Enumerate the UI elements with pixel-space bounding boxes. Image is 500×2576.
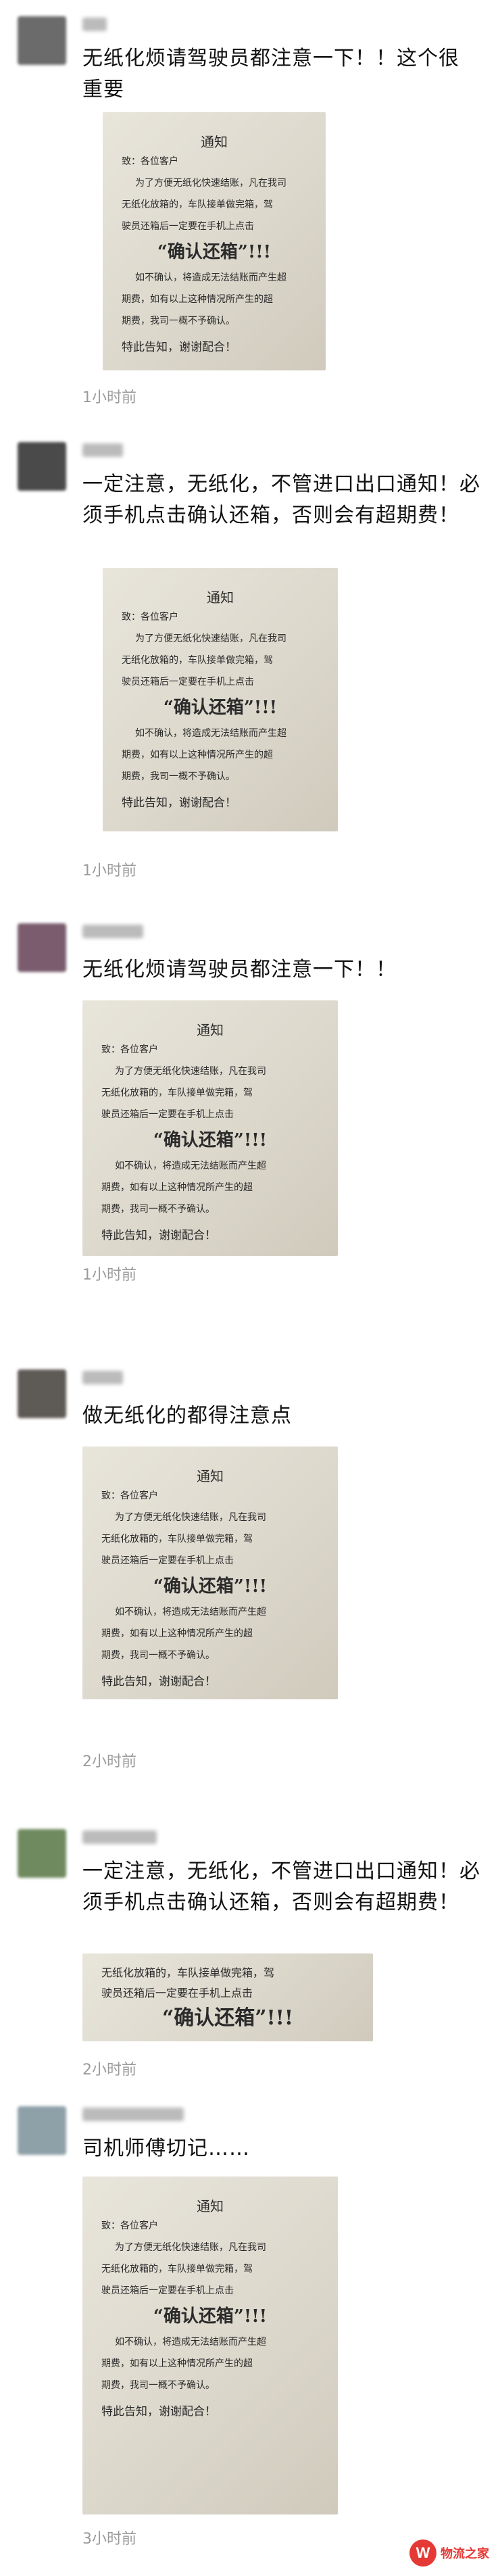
post-message: 无纸化烦请驾驶员都注意一下！！ xyxy=(82,958,397,981)
notice-confirm: “确认还箱”!!! xyxy=(161,2006,294,2030)
notice-greeting: 致：各位客户 xyxy=(101,1490,158,1501)
avatar[interactable] xyxy=(18,2106,66,2155)
notice-image[interactable]: 通知 致：各位客户 为了方便无纸化快速结账，凡在我司 无纸化放箱的，车队接单做完… xyxy=(103,112,326,370)
notice-footer: 特此告知，谢谢配合！ xyxy=(101,1675,216,1688)
username-blurred[interactable] xyxy=(82,2108,184,2121)
notice-line: 为了方便无纸化快速结账，凡在我司 xyxy=(115,2242,266,2253)
notice-warn-line: 如不确认，将造成无法结账而产生超 xyxy=(115,2337,266,2348)
notice-confirm: “确认还箱”!!! xyxy=(153,2306,268,2327)
avatar[interactable] xyxy=(18,442,66,491)
post-time: 2小时前 xyxy=(82,2062,136,2079)
notice-confirm: “确认还箱”!!! xyxy=(163,698,278,718)
notice-warn-line: 期费，我司一概不予确认。 xyxy=(101,1650,215,1661)
notice-warn-line: 如不确认，将造成无法结账而产生超 xyxy=(135,272,286,283)
notice-line: 无纸化放箱的，车队接单做完箱，驾 xyxy=(101,1088,253,1098)
notice-line: 为了方便无纸化快速结账，凡在我司 xyxy=(115,1512,266,1523)
notice-title: 通知 xyxy=(201,134,228,150)
notice-image[interactable]: 通知 致：各位客户 为了方便无纸化快速结账，凡在我司 无纸化放箱的，车队接单做完… xyxy=(82,1447,338,1699)
post-message: 司机师傅切记…… xyxy=(82,2137,250,2160)
watermark-text: 物流之家 xyxy=(441,2547,489,2561)
notice-line: 为了方便无纸化快速结账，凡在我司 xyxy=(135,178,286,189)
notice-line: 驶员还箱后一定要在手机上点击 xyxy=(101,1555,234,1566)
notice-title: 通知 xyxy=(197,2198,224,2214)
notice-title: 通知 xyxy=(197,1468,224,1484)
notice-title: 通知 xyxy=(207,589,234,606)
notice-greeting: 致：各位客户 xyxy=(101,2220,158,2231)
post-message: 一定注意，无纸化，不管进口出口通知！必须手机点击确认还箱，否则会有超期费！ xyxy=(82,472,480,527)
notice-greeting: 致：各位客户 xyxy=(122,156,178,167)
notice-line: 无纸化放箱的，车队接单做完箱，驾 xyxy=(122,199,273,210)
post-time: 2小时前 xyxy=(82,1753,136,1770)
notice-warn-line: 期费，如有以上这种情况所产生的超 xyxy=(122,294,273,305)
username-blurred[interactable] xyxy=(82,925,143,938)
post-message: 无纸化烦请驾驶员都注意一下！！这个很重要 xyxy=(82,47,459,101)
notice-image[interactable]: 通知 致：各位客户 为了方便无纸化快速结账，凡在我司 无纸化放箱的，车队接单做完… xyxy=(82,1000,338,1256)
post-time: 1小时前 xyxy=(82,389,136,406)
username-blurred[interactable] xyxy=(82,18,107,31)
notice-confirm: “确认还箱”!!! xyxy=(157,242,272,262)
notice-line: 驶员还箱后一定要在手机上点击 xyxy=(101,2285,234,2296)
watermark: W 物流之家 xyxy=(409,2539,489,2567)
notice-title: 通知 xyxy=(197,1022,224,1038)
watermark-logo-icon: W xyxy=(409,2539,436,2567)
username-blurred[interactable] xyxy=(82,1830,157,1844)
notice-line: 无纸化放箱的，车队接单做完箱，驾 xyxy=(101,2264,253,2275)
notice-warn-line: 如不确认，将造成无法结账而产生超 xyxy=(135,728,286,739)
feed-post: 无纸化烦请驾驶员都注意一下！！这个很重要 通知 致：各位客户 为了方便无纸化快速… xyxy=(0,12,500,431)
notice-warn-line: 期费，如有以上这种情况所产生的超 xyxy=(101,1628,253,1639)
notice-line: 驶员还箱后一定要在手机上点击 xyxy=(122,221,254,232)
avatar[interactable] xyxy=(18,923,66,972)
notice-confirm: “确认还箱”!!! xyxy=(153,1576,268,1597)
feed-post: 司机师傅切记…… 通知 致：各位客户 为了方便无纸化快速结账，凡在我司 无纸化放… xyxy=(0,2102,500,2569)
notice-warn-line: 期费，如有以上这种情况所产生的超 xyxy=(122,750,273,760)
notice-line: 无纸化放箱的，车队接单做完箱，驾 xyxy=(101,1534,253,1545)
feed-post: 做无纸化的都得注意点 通知 致：各位客户 为了方便无纸化快速结账，凡在我司 无纸… xyxy=(0,1365,500,1784)
notice-warn-line: 期费，我司一概不予确认。 xyxy=(101,1204,215,1215)
notice-greeting: 致：各位客户 xyxy=(122,612,178,623)
notice-footer: 特此告知，谢谢配合！ xyxy=(101,1229,216,1242)
notice-line: 无纸化放箱的，车队接单做完箱，驾 xyxy=(122,655,273,666)
notice-image[interactable]: 通知 致：各位客户 为了方便无纸化快速结账，凡在我司 无纸化放箱的，车队接单做完… xyxy=(103,568,338,831)
notice-line: 驶员还箱后一定要在手机上点击 xyxy=(122,677,254,687)
notice-warn-line: 期费，我司一概不予确认。 xyxy=(101,2380,215,2391)
notice-warn-line: 期费，如有以上这种情况所产生的超 xyxy=(101,2358,253,2369)
avatar[interactable] xyxy=(18,1369,66,1418)
username-blurred[interactable] xyxy=(82,1371,123,1384)
notice-warn-line: 期费，我司一概不予确认。 xyxy=(122,771,235,782)
notice-warn-line: 期费，如有以上这种情况所产生的超 xyxy=(101,1182,253,1193)
notice-line: 为了方便无纸化快速结账，凡在我司 xyxy=(115,1066,266,1077)
notice-line: 无纸化放箱的，车队接单做完箱，驾 xyxy=(101,1966,275,1979)
notice-footer: 特此告知，谢谢配合！ xyxy=(122,341,236,354)
notice-image[interactable]: 通知 致：各位客户 为了方便无纸化快速结账，凡在我司 无纸化放箱的，车队接单做完… xyxy=(82,2177,338,2514)
post-time: 1小时前 xyxy=(82,862,136,879)
notice-footer: 特此告知，谢谢配合！ xyxy=(101,2405,216,2419)
notice-warn-line: 期费，我司一概不予确认。 xyxy=(122,316,235,326)
notice-confirm: “确认还箱”!!! xyxy=(153,1130,268,1150)
feed-post: 一定注意，无纸化，不管进口出口通知！必须手机点击确认还箱，否则会有超期费！ 通知… xyxy=(0,438,500,911)
post-message: 做无纸化的都得注意点 xyxy=(82,1404,292,1428)
notice-line: 驶员还箱后一定要在手机上点击 xyxy=(101,1987,253,1999)
feed-post: 无纸化烦请驾驶员都注意一下！！ 通知 致：各位客户 为了方便无纸化快速结账，凡在… xyxy=(0,919,500,1338)
notice-image-cropped[interactable]: 无纸化放箱的，车队接单做完箱，驾 驶员还箱后一定要在手机上点击 “确认还箱”!!… xyxy=(82,1953,373,2041)
avatar[interactable] xyxy=(18,16,66,65)
notice-greeting: 致：各位客户 xyxy=(101,1044,158,1055)
notice-footer: 特此告知，谢谢配合！ xyxy=(122,796,236,810)
username-blurred[interactable] xyxy=(82,443,123,457)
avatar[interactable] xyxy=(18,1829,66,1878)
post-message: 一定注意，无纸化，不管进口出口通知！必须手机点击确认还箱，否则会有超期费！ xyxy=(82,1860,480,1914)
post-time: 3小时前 xyxy=(82,2531,136,2548)
post-time: 1小时前 xyxy=(82,1267,136,1284)
notice-line: 驶员还箱后一定要在手机上点击 xyxy=(101,1109,234,1120)
notice-warn-line: 如不确认，将造成无法结账而产生超 xyxy=(115,1161,266,1171)
notice-line: 为了方便无纸化快速结账，凡在我司 xyxy=(135,633,286,644)
notice-warn-line: 如不确认，将造成无法结账而产生超 xyxy=(115,1607,266,1618)
